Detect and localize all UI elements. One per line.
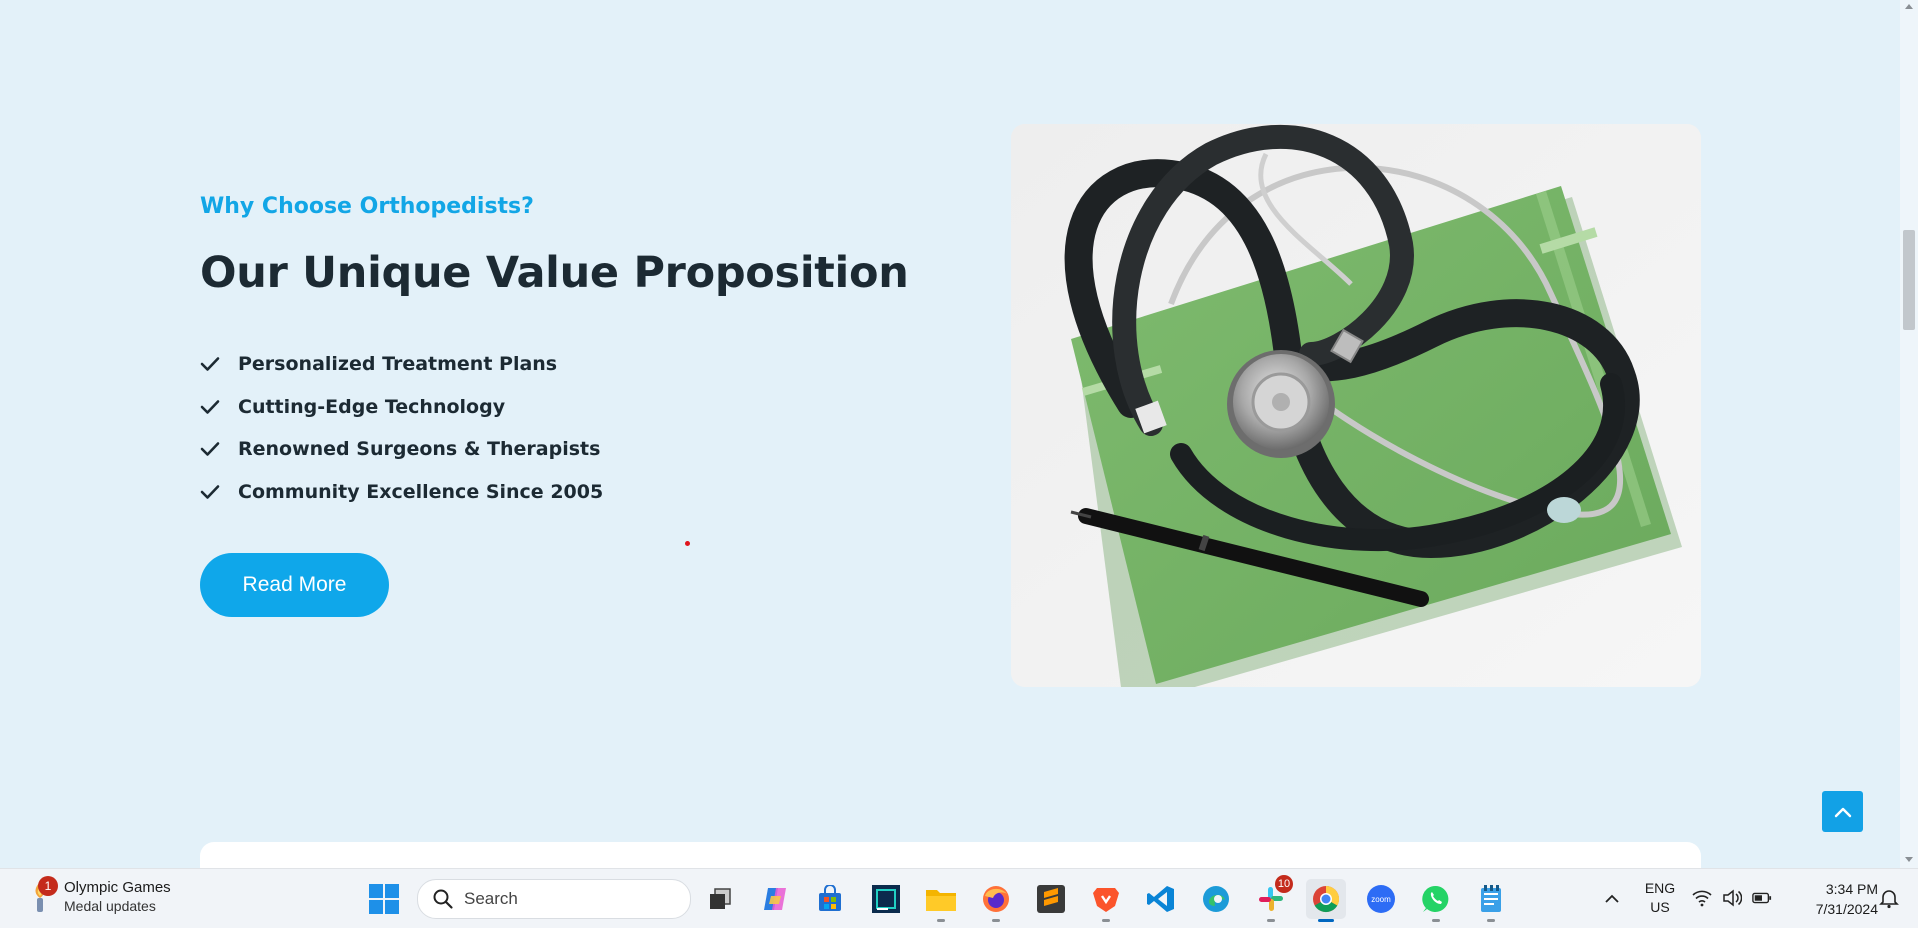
running-indicator (1102, 919, 1110, 922)
feature-item: Community Excellence Since 2005 (200, 471, 603, 514)
search-placeholder: Search (464, 889, 518, 908)
taskbar-app-chrome[interactable] (1306, 879, 1346, 922)
system-tray[interactable] (1692, 887, 1772, 909)
page-scrollbar[interactable] (1900, 0, 1918, 868)
feature-list: Personalized Treatment Plans Cutting-Edg… (200, 343, 603, 513)
clock[interactable]: 3:34 PM 7/31/2024 (1788, 879, 1878, 919)
taskbar-app-vscode[interactable] (1141, 879, 1181, 919)
section-eyebrow: Why Choose Orthopedists? (200, 194, 534, 219)
scrollbar-thumb[interactable] (1903, 230, 1915, 330)
scroll-up-icon[interactable] (1905, 4, 1913, 9)
clock-time: 3:34 PM (1825, 881, 1878, 897)
read-more-button[interactable]: Read More (200, 553, 389, 617)
running-indicator (992, 919, 1000, 922)
pycharm-icon (872, 885, 900, 913)
feature-item: Renowned Surgeons & Therapists (200, 428, 603, 471)
chevron-up-icon (1834, 807, 1851, 817)
feature-item: Cutting-Edge Technology (200, 386, 603, 429)
wifi-icon[interactable] (1692, 887, 1712, 909)
check-icon (200, 353, 222, 375)
taskbar-app-task-view[interactable] (700, 879, 740, 919)
region-code: US (1650, 899, 1670, 915)
section-headline: Our Unique Value Proposition (200, 248, 909, 298)
feature-label: Community Excellence Since 2005 (238, 480, 604, 503)
taskbar-app-file-explorer[interactable] (921, 879, 961, 922)
whatsapp-icon (1422, 885, 1449, 912)
active-indicator (1318, 919, 1334, 922)
chevron-up-icon (1605, 894, 1619, 903)
taskbar-app-edge[interactable] (1196, 879, 1236, 919)
widget-badge: 1 (38, 875, 58, 896)
cursor-dot (685, 541, 690, 546)
back-to-top-button[interactable] (1822, 791, 1863, 832)
chrome-icon (1313, 885, 1340, 913)
notepad-icon (1481, 885, 1501, 912)
torch-icon: 1 (26, 875, 58, 914)
sublime-icon (1037, 885, 1065, 913)
taskbar-app-firefox[interactable] (976, 879, 1016, 922)
running-indicator (1432, 919, 1440, 922)
taskbar-app-whatsapp[interactable] (1416, 879, 1456, 922)
taskbar-app-pycharm[interactable] (866, 879, 906, 919)
firefox-icon (983, 886, 1009, 912)
store-icon (819, 885, 841, 911)
running-indicator (1267, 919, 1275, 922)
taskbar-app-sublime-text[interactable] (1031, 879, 1071, 919)
folder-icon (926, 890, 956, 911)
taskbar-app-brave[interactable] (1086, 879, 1126, 922)
feature-item: Personalized Treatment Plans (200, 343, 603, 386)
search-icon (433, 889, 453, 909)
taskbar-app-notepad[interactable] (1471, 879, 1511, 922)
zoom-icon-label: zoom (1371, 895, 1391, 904)
copilot-icon (764, 888, 786, 910)
widget-title: Olympic Games (64, 879, 171, 896)
taskbar-app-copilot[interactable] (755, 879, 795, 919)
check-icon (200, 438, 222, 460)
feature-label: Cutting-Edge Technology (238, 395, 506, 418)
weather-news-widget[interactable]: 1 Olympic Games Medal updates (26, 875, 171, 914)
running-indicator (937, 919, 945, 922)
taskbar-search[interactable]: Search (417, 879, 691, 919)
widget-subtitle: Medal updates (64, 898, 156, 914)
next-section-card (200, 842, 1701, 868)
feature-label: Renowned Surgeons & Therapists (238, 438, 601, 461)
vscode-icon (1147, 886, 1174, 912)
input-language-indicator[interactable]: ENG US (1642, 879, 1678, 917)
volume-icon[interactable] (1722, 887, 1742, 909)
zoom-icon: zoom (1367, 885, 1395, 913)
web-page: Why Choose Orthopedists? Our Unique Valu… (0, 0, 1900, 868)
stethoscope-image (1011, 124, 1701, 687)
taskbar-app-slack[interactable]: 10 (1251, 875, 1293, 922)
edge-icon (1203, 886, 1229, 912)
check-icon (200, 481, 222, 503)
battery-icon[interactable] (1752, 887, 1772, 909)
lang-code: ENG (1644, 880, 1676, 896)
clock-date: 7/31/2024 (1815, 901, 1878, 917)
notification-bell-icon (1879, 890, 1899, 909)
start-button[interactable] (368, 883, 400, 915)
taskbar-app-zoom[interactable]: zoom (1361, 879, 1401, 919)
brave-icon (1093, 888, 1119, 912)
windows-taskbar: 1 Olympic Games Medal updates Search 10 … (0, 868, 1918, 928)
check-icon (200, 396, 222, 418)
notification-badge: 10 (1275, 875, 1293, 893)
windows-logo-icon (369, 884, 399, 914)
task-view-icon (710, 888, 731, 909)
running-indicator (1487, 919, 1495, 922)
notifications-button[interactable] (1878, 887, 1902, 911)
show-hidden-icons-button[interactable] (1600, 887, 1624, 911)
taskbar-app-microsoft-store[interactable] (810, 879, 850, 919)
scroll-down-icon[interactable] (1905, 857, 1913, 862)
feature-label: Personalized Treatment Plans (238, 353, 558, 376)
